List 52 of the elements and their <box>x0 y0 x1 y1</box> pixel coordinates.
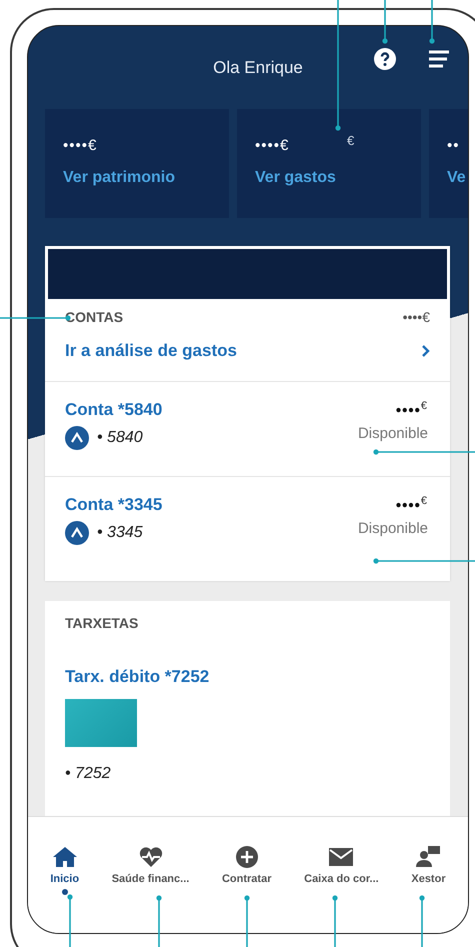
expense-analysis-link[interactable]: Ir a análise de gastos <box>45 325 450 382</box>
account-name: Conta *3345 <box>65 495 162 515</box>
balance-amount: ••••$^{€}$ <box>396 400 428 419</box>
leader-line <box>67 894 73 947</box>
summary-link[interactable]: Ver patrimonio <box>63 169 229 187</box>
nav-tab[interactable]: Xestor <box>411 845 446 933</box>
home-icon <box>52 845 78 869</box>
total-amount: ••••€ <box>402 309 430 325</box>
amount-text: ••••€ <box>255 137 290 154</box>
active-dot <box>62 889 68 895</box>
summary-link[interactable]: Ver gastos <box>255 169 421 187</box>
amount-text: •• <box>447 137 460 154</box>
leader-line <box>382 0 388 44</box>
card-number: • 7252 <box>65 765 112 783</box>
card-name[interactable]: Tarx. débito *7252 <box>65 667 430 687</box>
account-row[interactable]: Conta *3345 • 3345 ••••$^{€}$ Disponible <box>45 477 450 581</box>
chevron-right-icon <box>421 344 430 358</box>
account-row[interactable]: Conta *5840 • 5840 ••••$^{€}$ Disponible <box>45 382 450 477</box>
greeting-text: Ola Enrique <box>213 58 303 78</box>
leader-line <box>156 895 162 947</box>
heart-pulse-icon <box>138 845 164 869</box>
amount-text: ••••€ <box>63 137 98 154</box>
leader-line <box>429 0 435 44</box>
summary-link[interactable]: Ve <box>447 169 468 187</box>
account-number: • 3345 <box>97 524 143 542</box>
leader-line <box>244 895 250 947</box>
menu-icon[interactable] <box>428 50 450 68</box>
summary-card[interactable]: •• Ve <box>429 109 468 218</box>
summary-card[interactable]: ••••€ Ver patrimonio <box>45 109 229 218</box>
mail-icon <box>328 845 354 869</box>
summary-card[interactable]: ••••€ Ver gastos € <box>237 109 421 218</box>
account-name: Conta *5840 <box>65 400 162 420</box>
nav-tab[interactable]: Contratar <box>222 845 272 933</box>
link-text: Ir a análise de gastos <box>65 341 237 361</box>
balance-amount: ••••$^{€}$ <box>396 495 428 514</box>
chevron-logo-icon <box>65 521 89 545</box>
nav-tab[interactable]: Inicio <box>50 845 80 933</box>
currency-text: € <box>347 133 354 148</box>
leader-line <box>332 895 338 947</box>
balance-status: Disponible <box>358 425 428 442</box>
section-title: TARXETAS <box>65 615 138 631</box>
leader-line <box>419 895 425 947</box>
bank-card-drawing <box>65 699 137 747</box>
advisor-icon <box>415 845 442 869</box>
account-number: • 5840 <box>97 429 143 447</box>
help-icon[interactable] <box>374 48 396 70</box>
plus-circle-icon <box>234 845 260 869</box>
balance-status: Disponible <box>358 520 428 537</box>
nav-tab[interactable]: Saúde financ... <box>112 845 190 933</box>
nav-tab[interactable]: Caixa do cor... <box>304 845 379 933</box>
section-title: CONTAS <box>65 309 124 325</box>
chevron-logo-icon <box>65 426 89 450</box>
